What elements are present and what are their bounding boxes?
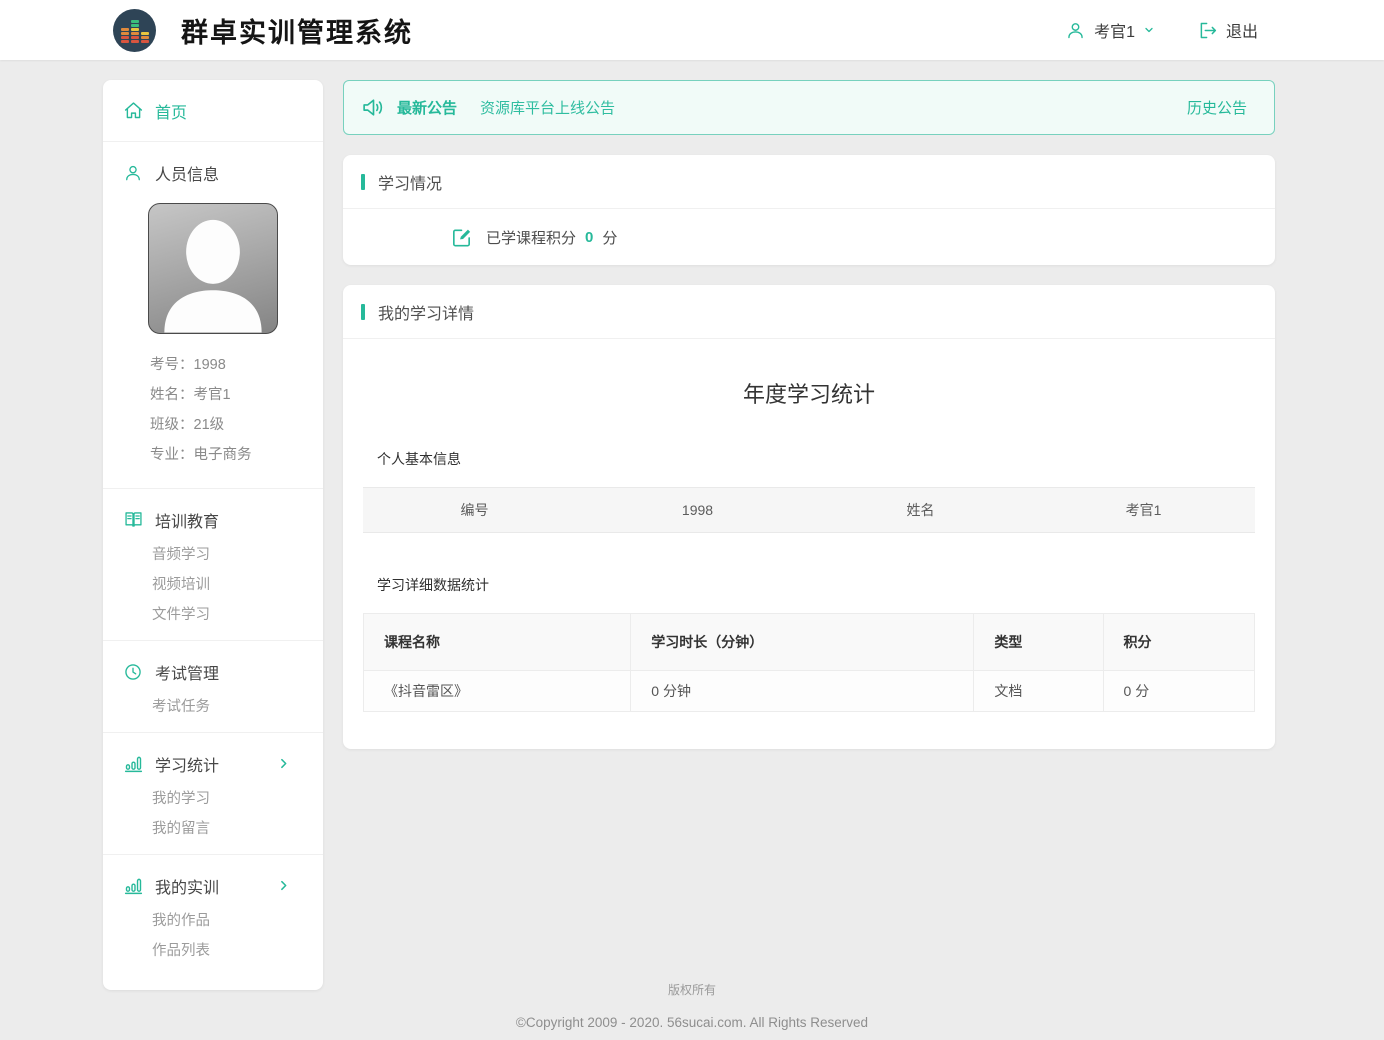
sidebar-item-home[interactable]: 首页 <box>103 90 323 131</box>
bar-chart-icon <box>123 875 147 896</box>
sidebar-profile-section: 人员信息 考号：1998 姓名：考官1 班级：21级 专业：电子商务 <box>103 142 323 489</box>
basic-info-cell: 考官1 <box>1032 500 1255 520</box>
logout-icon <box>1197 20 1218 41</box>
bar-chart-icon <box>123 753 147 774</box>
table-header-type: 类型 <box>974 614 1103 671</box>
announcement-bar: 最新公告 资源库平台上线公告 历史公告 <box>343 80 1275 135</box>
sidebar-item-audio-study[interactable]: 音频学习 <box>103 540 323 570</box>
avatar <box>148 203 278 334</box>
profile-major: 专业：电子商务 <box>150 440 323 470</box>
user-menu[interactable]: 考官1 <box>1065 18 1155 42</box>
announcement-latest-label: 最新公告 <box>397 97 457 118</box>
profile-class: 班级：21级 <box>150 410 323 440</box>
basic-info-row: 编号 1998 姓名 考官1 <box>363 487 1255 533</box>
study-detail-panel: 我的学习详情 年度学习统计 个人基本信息 编号 1998 姓名 考官1 学习详细… <box>343 285 1275 749</box>
accent-bar <box>361 304 365 320</box>
sidebar-item-study-stats[interactable]: 学习统计 <box>103 743 323 784</box>
basic-info-cell: 姓名 <box>809 500 1032 520</box>
sidebar-exam-label: 考试管理 <box>155 660 219 684</box>
chevron-down-icon <box>1143 24 1155 36</box>
sidebar-item-video-training[interactable]: 视频培训 <box>103 570 323 600</box>
page-footer: 版权所有 ©Copyright 2009 - 2020. 56sucai.com… <box>0 981 1384 1030</box>
basic-info-cell: 编号 <box>363 500 586 520</box>
profile-exam-no: 考号：1998 <box>150 350 323 380</box>
study-status-title: 学习情况 <box>378 170 442 194</box>
study-status-panel: 学习情况 已学课程积分 0 分 <box>343 155 1275 265</box>
accent-bar <box>361 174 365 190</box>
sidebar-training-label: 培训教育 <box>155 508 219 532</box>
sidebar-my-practice-label: 我的实训 <box>155 874 219 898</box>
score-label: 已学课程积分 <box>486 227 576 248</box>
app-title: 群卓实训管理系统 <box>181 11 413 50</box>
footer-rights: 版权所有 <box>0 981 1384 998</box>
table-header-course-name: 课程名称 <box>364 614 631 671</box>
profile-name: 姓名：考官1 <box>150 380 323 410</box>
detail-stats-label: 学习详细数据统计 <box>377 575 1255 595</box>
sidebar-item-works-list[interactable]: 作品列表 <box>103 936 323 966</box>
sidebar-item-my-messages[interactable]: 我的留言 <box>103 814 323 844</box>
basic-info-label: 个人基本信息 <box>377 449 1255 469</box>
sidebar-item-exam-task[interactable]: 考试任务 <box>103 692 323 722</box>
cell-type: 文档 <box>974 671 1103 712</box>
sidebar-item-profile[interactable]: 人员信息 <box>103 152 323 193</box>
person-icon <box>123 163 147 183</box>
cell-score: 0 分 <box>1103 671 1254 712</box>
annual-stats-title: 年度学习统计 <box>363 377 1255 409</box>
top-header: 群卓实训管理系统 考官1 退出 <box>0 0 1384 60</box>
clock-icon <box>123 662 147 682</box>
sidebar-home-label: 首页 <box>155 99 187 123</box>
user-name: 考官1 <box>1094 18 1135 42</box>
sidebar-group-study-stats: 学习统计 我的学习 我的留言 <box>103 733 323 855</box>
edit-icon <box>450 226 473 249</box>
table-row: 《抖音雷区》 0 分钟 文档 0 分 <box>364 671 1255 712</box>
book-icon <box>123 509 147 530</box>
table-header-score: 积分 <box>1103 614 1254 671</box>
logout-label: 退出 <box>1226 18 1258 42</box>
study-detail-title: 我的学习详情 <box>378 300 474 324</box>
study-detail-table: 课程名称 学习时长（分钟） 类型 积分 《抖音雷区》 0 分钟 文档 0 分 <box>363 613 1255 712</box>
sidebar: 首页 人员信息 考号：1998 姓 <box>103 80 323 990</box>
sidebar-item-my-study[interactable]: 我的学习 <box>103 784 323 814</box>
sidebar-group-training: 培训教育 音频学习 视频培训 文件学习 <box>103 489 323 641</box>
sidebar-item-file-study[interactable]: 文件学习 <box>103 600 323 630</box>
chevron-right-icon <box>277 879 301 892</box>
logout-button[interactable]: 退出 <box>1197 18 1258 42</box>
score-unit: 分 <box>602 227 617 248</box>
sidebar-item-my-works[interactable]: 我的作品 <box>103 906 323 936</box>
sidebar-item-my-practice[interactable]: 我的实训 <box>103 865 323 906</box>
app-logo-icon <box>113 9 156 52</box>
user-icon <box>1065 20 1086 41</box>
cell-duration: 0 分钟 <box>631 671 974 712</box>
chevron-right-icon <box>277 757 301 770</box>
score-value: 0 <box>585 229 593 246</box>
basic-info-cell: 1998 <box>586 502 809 518</box>
history-announcements-link[interactable]: 历史公告 <box>1187 97 1247 118</box>
sidebar-group-my-practice: 我的实训 我的作品 作品列表 <box>103 855 323 976</box>
footer-copyright: ©Copyright 2009 - 2020. 56sucai.com. All… <box>0 1015 1384 1030</box>
announcement-link[interactable]: 资源库平台上线公告 <box>480 97 615 118</box>
sidebar-group-exam: 考试管理 考试任务 <box>103 641 323 733</box>
table-header-duration: 学习时长（分钟） <box>631 614 974 671</box>
sidebar-item-training[interactable]: 培训教育 <box>103 499 323 540</box>
sidebar-study-stats-label: 学习统计 <box>155 752 219 776</box>
cell-course-name: 《抖音雷区》 <box>364 671 631 712</box>
sidebar-item-exam-management[interactable]: 考试管理 <box>103 651 323 692</box>
sidebar-profile-label: 人员信息 <box>155 161 219 185</box>
main-content: 最新公告 资源库平台上线公告 历史公告 学习情况 已学课程积分 0 分 <box>343 80 1275 769</box>
home-icon <box>123 100 147 121</box>
speaker-icon <box>361 95 386 120</box>
